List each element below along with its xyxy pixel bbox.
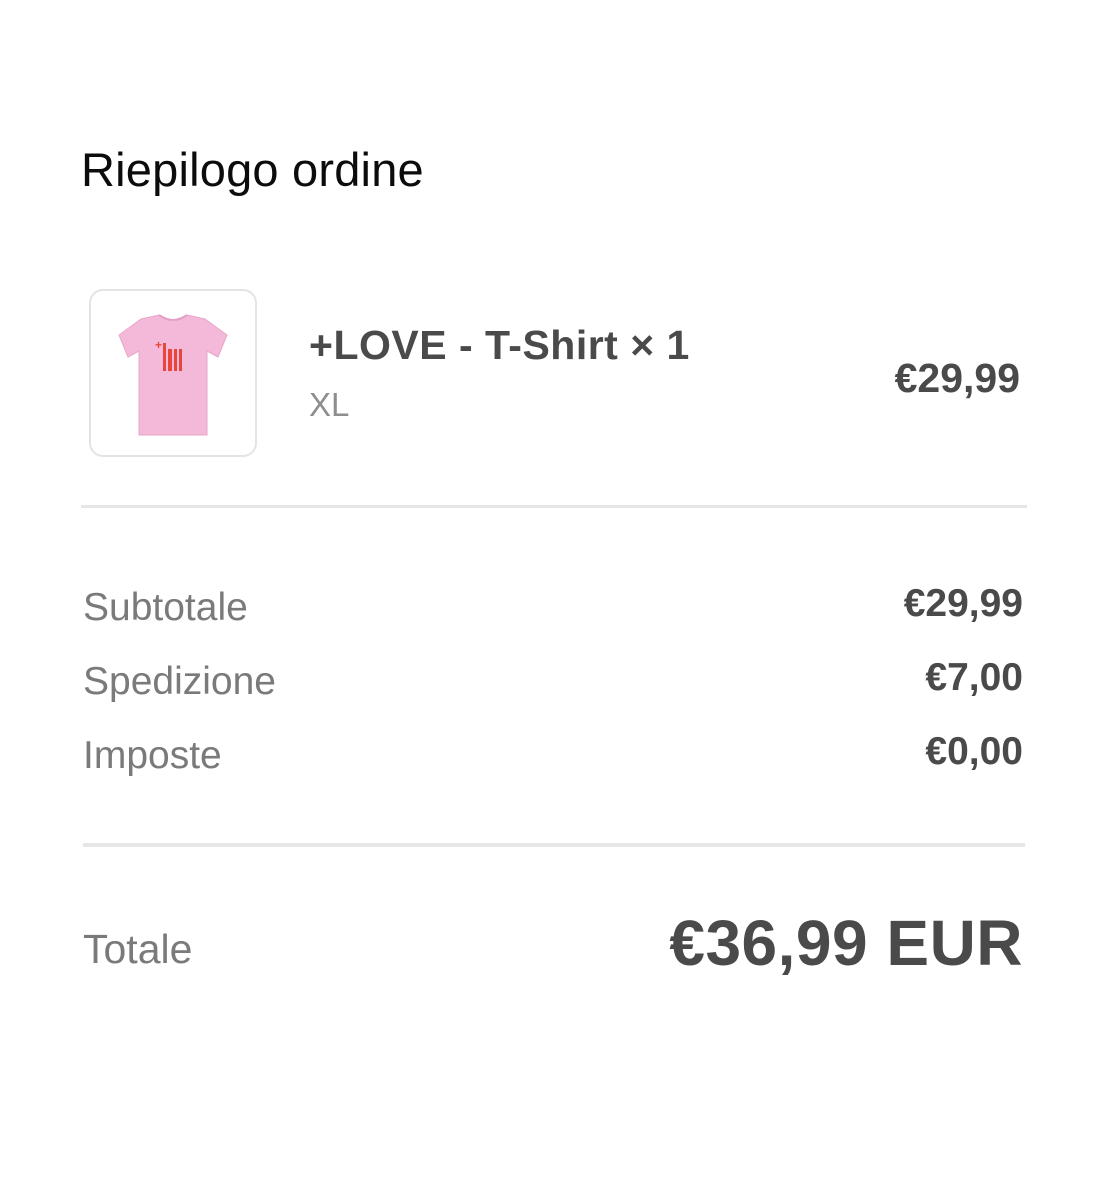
taxes-label: Imposte — [83, 734, 222, 777]
product-price: €29,99 — [894, 355, 1020, 401]
divider — [81, 505, 1027, 508]
product-thumbnail[interactable]: + — [89, 289, 257, 457]
subtotal-label: Subtotale — [83, 586, 248, 629]
tshirt-image: + — [118, 314, 228, 436]
subtotal-value: €29,99 — [903, 582, 1023, 625]
shipping-value: €7,00 — [925, 656, 1023, 699]
product-name: +LOVE - T-Shirt × 1 — [309, 322, 690, 368]
divider — [83, 843, 1025, 847]
total-value: €36,99 EUR — [669, 907, 1023, 979]
total-label: Totale — [83, 926, 193, 972]
product-variant: XL — [309, 386, 350, 423]
svg-text:+: + — [155, 338, 162, 352]
page-title: Riepilogo ordine — [81, 143, 424, 196]
taxes-value: €0,00 — [925, 730, 1023, 773]
tshirt-body — [118, 314, 228, 436]
shipping-label: Spedizione — [83, 660, 276, 703]
